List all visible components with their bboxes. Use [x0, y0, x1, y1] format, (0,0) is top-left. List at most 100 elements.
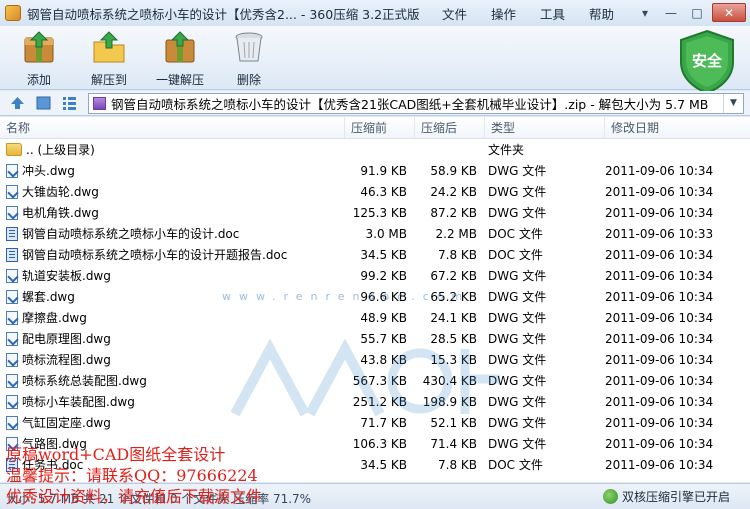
file-name: 配电原理图.dwg	[22, 332, 111, 346]
maximize-button[interactable]: □	[686, 3, 708, 22]
column-header-type[interactable]: 类型	[485, 117, 605, 138]
file-name-cell: 配电原理图.dwg	[0, 330, 345, 347]
file-row[interactable]: 冲头.dwg 91.9 KB 58.9 KB DWG 文件 2011-09-06 10:…	[0, 160, 750, 181]
file-type: DWG 文件	[488, 164, 547, 178]
add-button-label: 添加	[26, 73, 51, 87]
file-name-cell: 摩擦盘.dwg	[0, 309, 345, 326]
file-row[interactable]: 喷标小车装配图.dwg 251.2 KB 198.9 KB DWG 文件 2011-09…	[0, 391, 750, 412]
dwg-file-icon	[6, 352, 18, 367]
file-packed-size: 87.2 KB	[430, 205, 477, 220]
doc-file-icon	[6, 226, 18, 241]
file-type: DWG 文件	[488, 395, 547, 409]
extract-to-icon	[93, 31, 125, 63]
file-type: DWG 文件	[488, 185, 547, 199]
file-modified: 2011-09-06 10:34	[605, 268, 714, 283]
delete-button[interactable]: 删除	[218, 30, 280, 88]
file-modified: 2011-09-06 10:34	[605, 289, 714, 304]
file-name: 螺套.dwg	[22, 290, 75, 304]
file-size: 48.9 KB	[360, 310, 407, 325]
file-modified: 2011-09-06 10:34	[605, 310, 714, 325]
security-badge[interactable]: 安全	[676, 28, 738, 96]
column-header-name[interactable]: 名称	[0, 117, 345, 138]
one-click-extract-button[interactable]: 一键解压	[148, 30, 212, 88]
file-type: 文件夹	[488, 143, 525, 157]
menu-help[interactable]: 帮助	[589, 4, 614, 23]
address-path-text: 钢管自动喷标系统之喷标小车的设计【优秀含21张CAD图纸+全套机械毕业设计】.z…	[111, 97, 709, 112]
dwg-file-icon	[6, 310, 18, 325]
menu-file[interactable]: 文件	[442, 4, 467, 23]
watermark-url: www.renrendoc.com	[222, 290, 471, 303]
file-packed-size: 28.5 KB	[430, 331, 477, 346]
file-row[interactable]: .. (上级目录) 文件夹	[0, 139, 750, 160]
security-badge-label: 安全	[691, 52, 722, 70]
dwg-file-icon	[6, 184, 18, 199]
file-type: DWG 文件	[488, 290, 547, 304]
file-type: DWG 文件	[488, 437, 547, 451]
file-size: 71.7 KB	[360, 415, 407, 430]
doc-file-icon	[6, 247, 18, 262]
skin-button[interactable]: ▾	[634, 3, 656, 22]
file-packed-size: 15.3 KB	[430, 352, 477, 367]
path-dropdown-button[interactable]: ▼	[723, 94, 743, 113]
file-row[interactable]: 摩擦盘.dwg 48.9 KB 24.1 KB DWG 文件 2011-09-06 10…	[0, 307, 750, 328]
file-modified: 2011-09-06 10:34	[605, 415, 714, 430]
close-button[interactable]: ✕	[712, 3, 746, 22]
file-size: 46.3 KB	[360, 184, 407, 199]
window-title: 钢管自动喷标系统之喷标小车的设计【优秀含2... - 360压缩 3.2正式版	[27, 6, 420, 22]
file-row[interactable]: 轨道安装板.dwg 99.2 KB 67.2 KB DWG 文件 2011-09-06 …	[0, 265, 750, 286]
one-click-extract-button-label: 一键解压	[155, 73, 204, 87]
file-modified: 2011-09-06 10:34	[605, 163, 714, 178]
file-size: 106.3 KB	[352, 436, 407, 451]
file-row[interactable]: 喷标系统总装配图.dwg 567.3 KB 430.4 KB DWG 文件 2011-0…	[0, 370, 750, 391]
dual-core-engine-status[interactable]: 双核压缩引擎已开启	[602, 488, 730, 505]
file-name: 钢管自动喷标系统之喷标小车的设计开题报告.doc	[22, 248, 288, 262]
minimize-button[interactable]: —	[660, 3, 682, 22]
address-path-field[interactable]: 钢管自动喷标系统之喷标小车的设计【优秀含21张CAD图纸+全套机械毕业设计】.z…	[88, 93, 744, 114]
file-row[interactable]: 气缸固定座.dwg 71.7 KB 52.1 KB DWG 文件 2011-09-06 …	[0, 412, 750, 433]
file-row[interactable]: 大锥齿轮.dwg 46.3 KB 24.2 KB DWG 文件 2011-09-06 1…	[0, 181, 750, 202]
file-name-cell: 钢管自动喷标系统之喷标小车的设计开题报告.doc	[0, 246, 345, 263]
file-type: DWG 文件	[488, 374, 547, 388]
file-size: 99.2 KB	[360, 268, 407, 283]
menu-operation[interactable]: 操作	[491, 4, 516, 23]
title-bar: 钢管自动喷标系统之喷标小车的设计【优秀含2... - 360压缩 3.2正式版 …	[0, 0, 750, 26]
list-view-icon[interactable]	[62, 96, 77, 110]
file-name-cell: 电机角铁.dwg	[0, 204, 345, 221]
folder-icon	[6, 143, 22, 156]
toolbar: 添加 解压到 一键解压 删除 安全	[0, 26, 750, 95]
file-size: 34.5 KB	[360, 457, 407, 472]
file-row[interactable]: 配电原理图.dwg 55.7 KB 28.5 KB DWG 文件 2011-09-06 …	[0, 328, 750, 349]
thumbnail-view-icon[interactable]	[36, 96, 51, 110]
file-name-cell: .. (上级目录)	[0, 141, 345, 158]
file-row[interactable]: 钢管自动喷标系统之喷标小车的设计开题报告.doc 34.5 KB 7.8 KB DOC…	[0, 244, 750, 265]
file-type: DWG 文件	[488, 416, 547, 430]
file-name: 轨道安装板.dwg	[22, 269, 111, 283]
dwg-file-icon	[6, 268, 18, 283]
column-header-packed[interactable]: 压缩后	[415, 117, 485, 138]
file-name: 摩擦盘.dwg	[22, 311, 87, 325]
file-modified: 2011-09-06 10:34	[605, 373, 714, 388]
file-type: DWG 文件	[488, 269, 547, 283]
column-header-size[interactable]: 压缩前	[345, 117, 415, 138]
file-name-cell: 钢管自动喷标系统之喷标小车的设计.doc	[0, 225, 345, 242]
file-row[interactable]: 电机角铁.dwg 125.3 KB 87.2 KB DWG 文件 2011-09-06 …	[0, 202, 750, 223]
extract-to-button[interactable]: 解压到	[78, 30, 140, 88]
column-header-modified[interactable]: 修改日期	[605, 117, 750, 138]
add-button[interactable]: 添加	[8, 30, 70, 88]
extract-to-button-label: 解压到	[90, 73, 127, 87]
one-click-extract-icon	[165, 31, 195, 63]
up-arrow-icon[interactable]	[10, 96, 25, 110]
file-name: 喷标系统总装配图.dwg	[22, 374, 147, 388]
file-size: 34.5 KB	[360, 247, 407, 262]
zip-archive-icon	[93, 97, 106, 110]
file-type: DWG 文件	[488, 206, 547, 220]
file-row[interactable]: 喷标流程图.dwg 43.8 KB 15.3 KB DWG 文件 2011-09-06 …	[0, 349, 750, 370]
file-size: 43.8 KB	[360, 352, 407, 367]
file-packed-size: 430.4 KB	[422, 373, 477, 388]
file-name-cell: 喷标流程图.dwg	[0, 351, 345, 368]
file-name: 喷标小车装配图.dwg	[22, 395, 135, 409]
menu-tools[interactable]: 工具	[540, 4, 565, 23]
file-name: 大锥齿轮.dwg	[22, 185, 99, 199]
file-row[interactable]: 钢管自动喷标系统之喷标小车的设计.doc 3.0 MB 2.2 MB DOC 文件 20…	[0, 223, 750, 244]
file-packed-size: 52.1 KB	[430, 415, 477, 430]
